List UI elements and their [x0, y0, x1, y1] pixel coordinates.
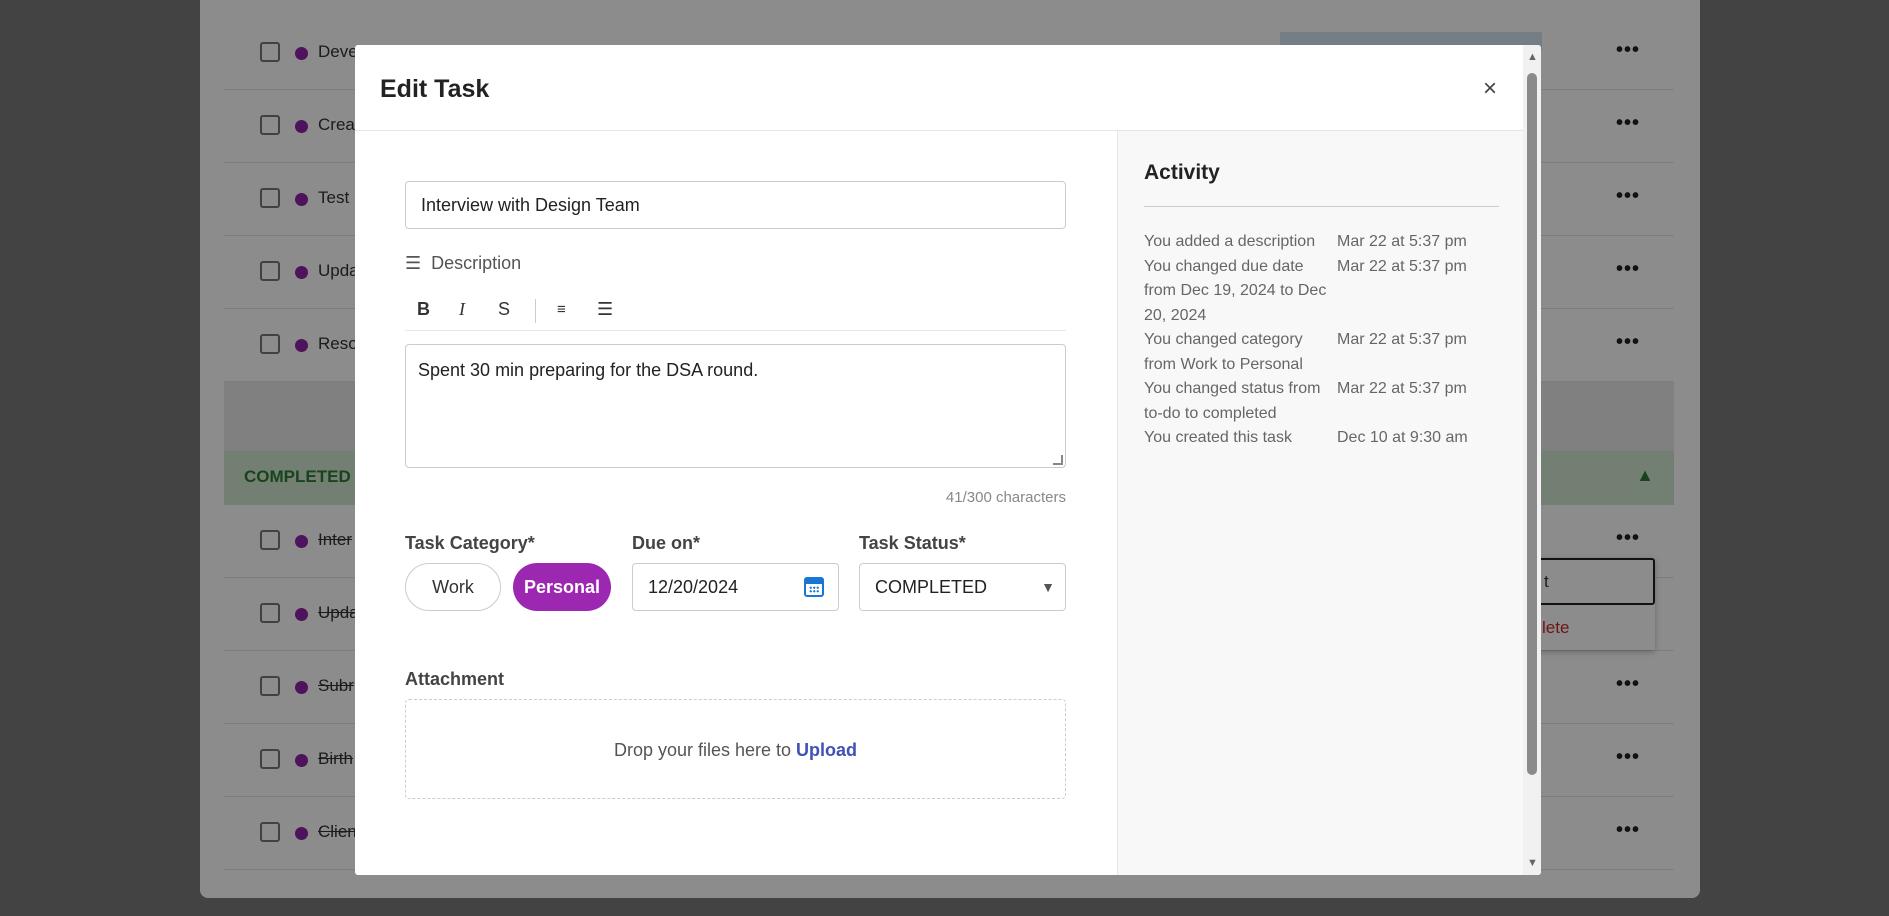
activity-item: You created this task Dec 10 at 9:30 am — [1144, 426, 1504, 451]
toolbar-divider — [535, 299, 536, 323]
due-date-input[interactable]: 12/20/2024 — [632, 563, 839, 611]
activity-time: Mar 22 at 5:37 pm — [1337, 233, 1467, 250]
activity-item: You added a description Mar 22 at 5:37 p… — [1144, 230, 1504, 255]
task-title-input[interactable] — [405, 181, 1066, 229]
activity-item: You changed status from to-do to complet… — [1144, 377, 1504, 426]
close-icon[interactable]: × — [1478, 77, 1502, 101]
calendar-icon[interactable] — [804, 577, 824, 597]
activity-list: You added a description Mar 22 at 5:37 p… — [1144, 230, 1504, 451]
description-icon: ☰ — [405, 253, 422, 273]
description-editor[interactable]: Spent 30 min preparing for the DSA round… — [405, 344, 1066, 468]
status-select[interactable]: COMPLETED ▼ — [859, 563, 1066, 611]
activity-text: You changed due date from Dec 19, 2024 t… — [1144, 257, 1327, 324]
category-personal-button[interactable]: Personal — [513, 563, 611, 611]
activity-text: You created this task — [1144, 429, 1292, 446]
upload-link[interactable]: Upload — [796, 740, 857, 760]
activity-divider — [1144, 206, 1499, 207]
bold-button[interactable]: B — [417, 299, 430, 320]
activity-time: Mar 22 at 5:37 pm — [1337, 380, 1467, 397]
resize-handle-icon[interactable] — [1053, 455, 1063, 465]
activity-item: You changed category from Work to Person… — [1144, 328, 1504, 377]
attachment-label: Attachment — [405, 669, 505, 689]
bullet-list-icon[interactable]: ☰ — [597, 299, 613, 320]
ordered-list-icon[interactable]: ≡ — [557, 301, 566, 318]
dropzone-text: Drop your files here to — [613, 740, 797, 760]
scroll-thumb[interactable] — [1527, 73, 1537, 775]
activity-time: Dec 10 at 9:30 am — [1337, 429, 1468, 446]
activity-text: You changed status from to-do to complet… — [1144, 380, 1321, 422]
status-label: Task Status* — [859, 533, 966, 553]
dialog-title: Edit Task — [380, 75, 490, 103]
activity-item: You changed due date from Dec 19, 2024 t… — [1144, 255, 1504, 329]
chevron-down-icon: ▼ — [1041, 579, 1055, 595]
task-form: ☰ Description B I S ≡ ☰ Spent 30 min prep… — [355, 131, 1117, 875]
description-text: Spent 30 min preparing for the DSA round… — [418, 360, 759, 380]
due-date-value: 12/20/2024 — [648, 577, 739, 597]
dialog-header: Edit Task × — [355, 45, 1541, 131]
edit-task-dialog: Edit Task × ☰ Description B I S ≡ ☰ Spent… — [355, 45, 1541, 875]
activity-time: Mar 22 at 5:37 pm — [1337, 331, 1467, 348]
strikethrough-button[interactable]: S — [498, 299, 510, 320]
activity-title: Activity — [1144, 161, 1220, 184]
character-counter: 41/300 characters — [945, 489, 1066, 506]
activity-text: You changed category from Work to Person… — [1144, 331, 1303, 373]
scroll-down-icon[interactable]: ▼ — [1527, 857, 1538, 869]
scroll-up-icon[interactable]: ▲ — [1527, 51, 1538, 63]
italic-button[interactable]: I — [459, 299, 465, 320]
category-work-button[interactable]: Work — [405, 563, 501, 611]
description-label: ☰ Description — [405, 253, 521, 274]
activity-panel: Activity You added a description Mar 22 … — [1117, 131, 1525, 875]
description-label-text: Description — [431, 253, 522, 273]
rich-text-toolbar: B I S ≡ ☰ — [405, 291, 1066, 331]
status-value: COMPLETED — [875, 577, 988, 597]
activity-text: You added a description — [1144, 233, 1316, 250]
activity-time: Mar 22 at 5:37 pm — [1337, 257, 1467, 275]
file-dropzone[interactable]: Drop your files here to Upload — [405, 699, 1066, 799]
due-date-label: Due on* — [632, 533, 701, 553]
dialog-scrollbar[interactable]: ▲ ▼ — [1523, 45, 1541, 875]
category-label: Task Category* — [405, 533, 535, 553]
